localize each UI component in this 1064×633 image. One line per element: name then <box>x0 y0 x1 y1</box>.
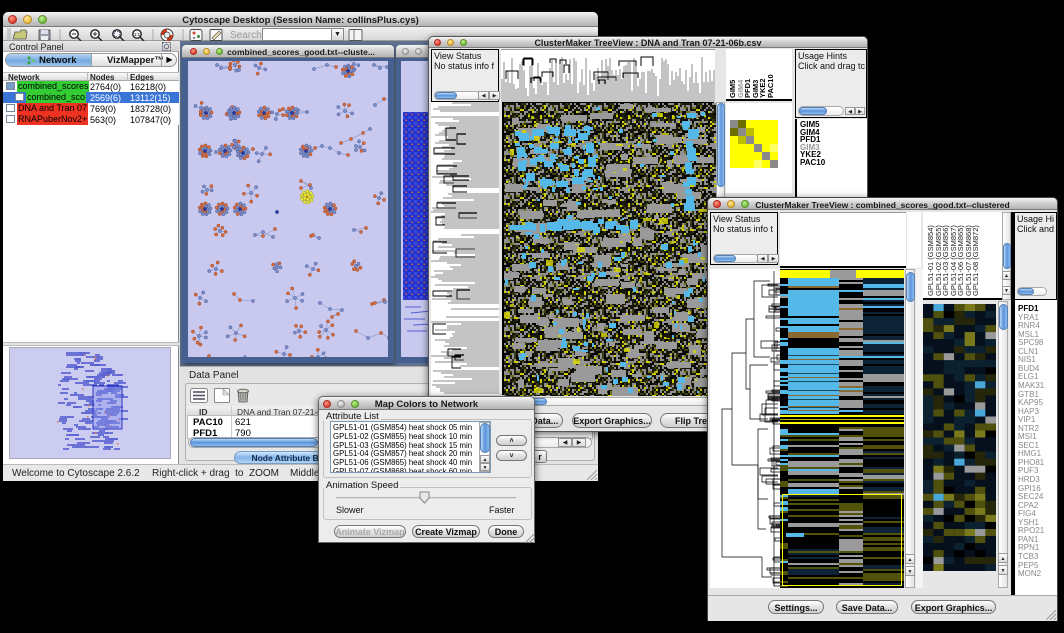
svg-text:1:1: 1:1 <box>134 32 141 37</box>
